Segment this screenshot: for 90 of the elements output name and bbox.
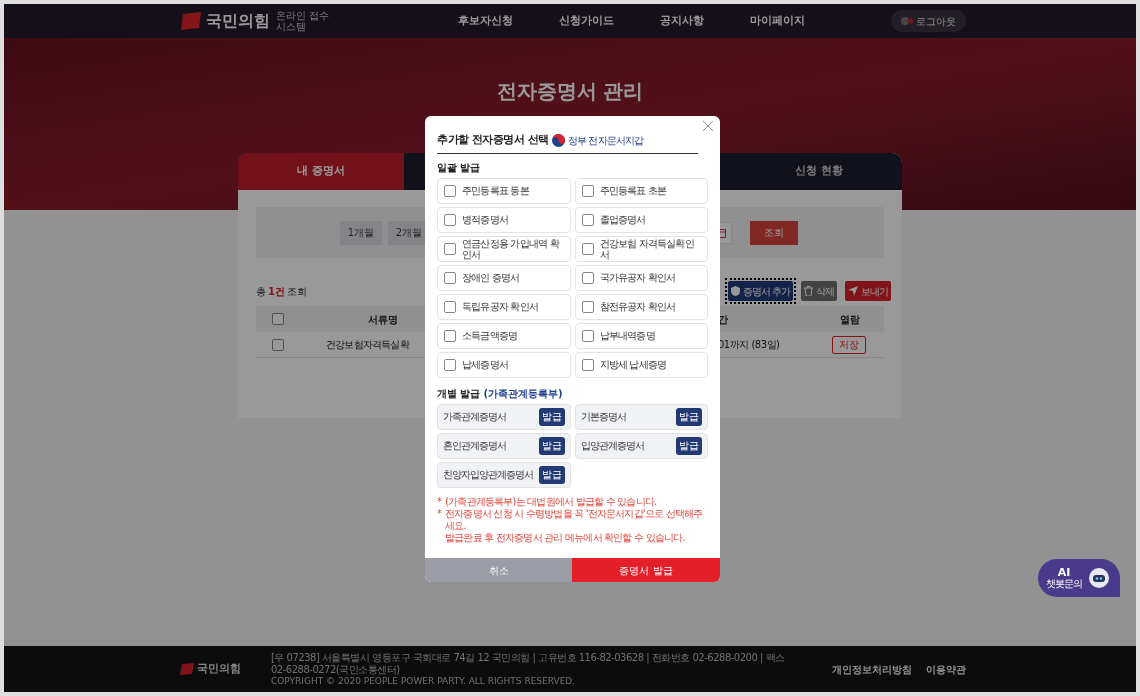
logo-icon <box>180 663 194 675</box>
logout-icon <box>901 17 913 25</box>
footer-address: [우 07238] 서울특별시 영등포구 국회대로 74길 12 국민의힘 | 고유번호 116-82-03628 | 전화번호 02-6288-0200 | 팩스 02-6288-0272(국민소통센터) <box>271 651 786 676</box>
issue-button[interactable]: 발급 <box>676 436 702 455</box>
checkbox[interactable] <box>581 213 594 226</box>
issue-certificate-button[interactable]: 증명서 발급 <box>572 558 720 582</box>
tab[interactable]: 신청 현황 <box>736 153 902 190</box>
certificate-option[interactable]: 국가유공자 확인서 <box>574 264 708 291</box>
certificate-option[interactable]: 장애인 증명서 <box>437 264 571 291</box>
checkbox[interactable] <box>272 313 284 325</box>
note-text: (가족관계등록부)는 대법원에서 발급할 수 있습니다. <box>445 495 657 508</box>
certificate-option[interactable]: 건강보험 자격득실확인서 <box>574 235 708 262</box>
chatbot-title: AI <box>1057 567 1071 578</box>
logo-icon <box>180 12 202 30</box>
add-button[interactable]: 증명서 추가 <box>727 281 793 301</box>
checkbox[interactable] <box>444 358 456 371</box>
certificate-option[interactable]: 참전유공자 확인서 <box>574 293 708 320</box>
checkbox[interactable] <box>581 300 594 313</box>
robot-icon <box>1088 567 1110 589</box>
checkbox[interactable] <box>444 242 456 255</box>
wallet-brand: 정부 전자문서지갑 <box>567 133 644 148</box>
certificate-option[interactable]: 주민등록표 초본 <box>574 177 708 204</box>
nav-link[interactable]: 후보자신청 <box>458 12 513 30</box>
certificate-name: 친양자입양관계증명서 <box>443 468 533 482</box>
save-button[interactable]: 저장 <box>832 335 866 354</box>
nav-link[interactable]: 공지사항 <box>660 12 704 30</box>
checkbox[interactable] <box>581 242 594 255</box>
certificate-option[interactable]: 병적증명서 <box>437 206 571 233</box>
certificate-option[interactable]: 주민등록표 등본 <box>437 177 571 204</box>
checkbox[interactable] <box>444 271 456 284</box>
emblem-icon <box>551 133 565 147</box>
send-button[interactable]: 보내기 <box>845 281 891 301</box>
certificate-name: 가족관계증명서 <box>443 410 506 424</box>
issue-button[interactable]: 발급 <box>538 407 565 426</box>
checkbox[interactable] <box>272 338 284 351</box>
certificate-option[interactable]: 독립유공자 확인서 <box>437 293 571 320</box>
note-bullet: * <box>437 495 443 508</box>
footer-link[interactable]: 이용약관 <box>926 661 966 677</box>
section-title: 일괄 발급 <box>437 160 482 175</box>
checkbox[interactable] <box>581 329 594 342</box>
checkbox[interactable] <box>444 213 456 226</box>
table-cell-text: 건강보험자격득실확 <box>326 338 409 352</box>
tab[interactable]: 내 증명서 <box>238 153 404 190</box>
delete-button[interactable]: 삭제 <box>801 281 837 301</box>
trash-icon <box>804 286 813 296</box>
certificate-option[interactable]: 졸업증명서 <box>574 206 708 233</box>
certificate-option[interactable]: 소득금액증명 <box>437 322 571 349</box>
issue-button[interactable]: 발급 <box>538 465 565 484</box>
result-count-label: 조회 <box>286 284 307 299</box>
certificate-option[interactable]: 연금산정용 가입내역 확인서 <box>437 235 571 262</box>
dialog-title: 추가할 전자증명서 선택 <box>437 132 549 148</box>
send-icon <box>848 286 858 296</box>
checkbox[interactable] <box>444 329 456 342</box>
close-icon[interactable] <box>702 120 714 132</box>
issue-button[interactable]: 발급 <box>676 407 702 426</box>
issue-button[interactable]: 발급 <box>538 436 565 455</box>
certificate-option[interactable]: 납부내역증명 <box>574 322 708 349</box>
section-title: 개별 발급 <box>437 386 481 401</box>
certificate-name: 기본증명서 <box>580 410 626 424</box>
result-count-label: 총 <box>256 284 266 299</box>
logo-subtitle: 온라인 접수 시스템 <box>276 10 331 32</box>
certificate-name: 입양관계증명서 <box>580 439 644 453</box>
result-count: 1건 <box>268 284 285 299</box>
copyright-text: COPYRIGHT © 2020 PEOPLE POWER PARTY. ALL RIGHTS RESERVED. <box>271 675 577 687</box>
page-title: 전자증명서 관리 <box>496 78 644 102</box>
note-bullet: * <box>437 507 443 521</box>
certificate-option[interactable]: 지방세 납세증명 <box>574 351 708 378</box>
note-text: 발급완료 후 전자증명서 관리 메뉴에서 확인할 수 있습니다. <box>445 531 685 544</box>
period-button[interactable]: 1개월 <box>340 220 382 245</box>
nav-link[interactable]: 신청가이드 <box>559 12 614 30</box>
nav-link[interactable]: 마이페이지 <box>750 12 805 30</box>
column-header: 열람 <box>840 312 860 327</box>
section-note: (가족관계등록부) <box>483 386 563 401</box>
checkbox[interactable] <box>444 300 456 313</box>
footer-link[interactable]: 개인정보처리방침 <box>832 661 912 677</box>
chatbot-button[interactable]: AI 챗봇문의 <box>1038 559 1120 597</box>
chatbot-label: 챗봇문의 <box>1046 578 1082 589</box>
certificate-name: 혼인관계증명서 <box>443 439 506 453</box>
certificate-option[interactable]: 납세증명서 <box>437 351 571 378</box>
logout-button[interactable]: 로그아웃 <box>891 10 966 32</box>
checkbox[interactable] <box>581 271 594 284</box>
checkbox[interactable] <box>581 358 594 371</box>
search-button[interactable]: 조회 <box>750 220 798 245</box>
checkbox[interactable] <box>581 184 594 197</box>
footer-logo-text: 국민의힘 <box>197 660 241 677</box>
checkbox[interactable] <box>444 184 456 197</box>
shield-icon <box>730 286 740 296</box>
logo-text: 국민의힘 <box>206 10 270 32</box>
column-header: 서류명 <box>368 312 398 327</box>
note-text: 전자증명서 신청 시 수령방법을 꼭 '전자문서지갑'으로 선택해주세요. <box>445 507 704 532</box>
